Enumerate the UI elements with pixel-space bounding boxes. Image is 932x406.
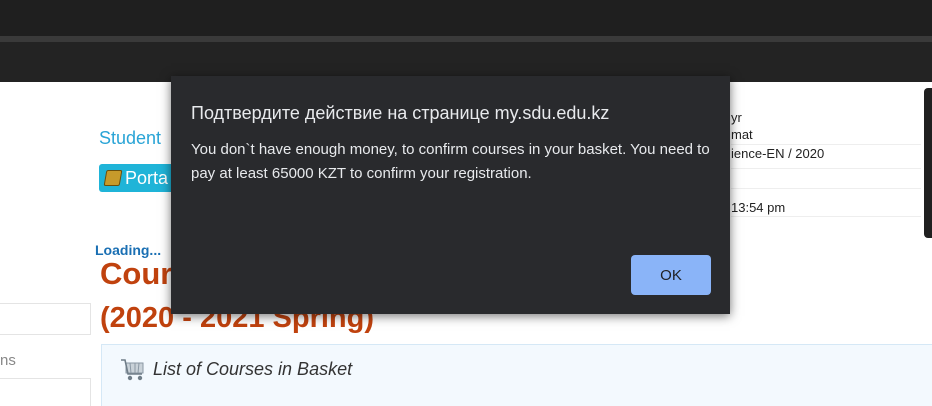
dialog-title: Подтвердите действие на странице my.sdu.… (191, 103, 610, 123)
cart-icon (121, 359, 144, 381)
sidebar-item-label: ns (0, 352, 16, 369)
info-line-2: mat (731, 127, 753, 142)
sidebar-item[interactable] (0, 303, 91, 335)
info-line-3: ience-EN / 2020 (731, 146, 825, 161)
basket-title: List of Courses in Basket (153, 359, 353, 379)
confirm-dialog: Подтвердите действие на странице my.sdu.… (171, 76, 730, 314)
basket-panel: List of Courses in Basket (101, 344, 932, 406)
ok-button[interactable]: OK (631, 255, 711, 295)
page-title: Cour (100, 256, 173, 291)
dialog-message: You don`t have enough money, to confirm … (191, 141, 710, 182)
sidebar-item[interactable] (0, 378, 91, 406)
browser-tab-strip (0, 0, 932, 36)
info-divider (731, 216, 921, 217)
side-panel-edge (924, 88, 932, 238)
portal-button-label: Porta (125, 167, 169, 188)
info-divider (731, 168, 921, 169)
book-icon (103, 170, 123, 186)
info-line-1: yr (731, 110, 742, 125)
info-line-4: 13:54 pm (731, 200, 786, 215)
info-divider (731, 144, 921, 145)
student-link[interactable]: Student (99, 128, 161, 149)
info-divider (731, 188, 921, 189)
browser-window: Student Porta yr mat ience-EN / 2020 13:… (0, 0, 932, 406)
